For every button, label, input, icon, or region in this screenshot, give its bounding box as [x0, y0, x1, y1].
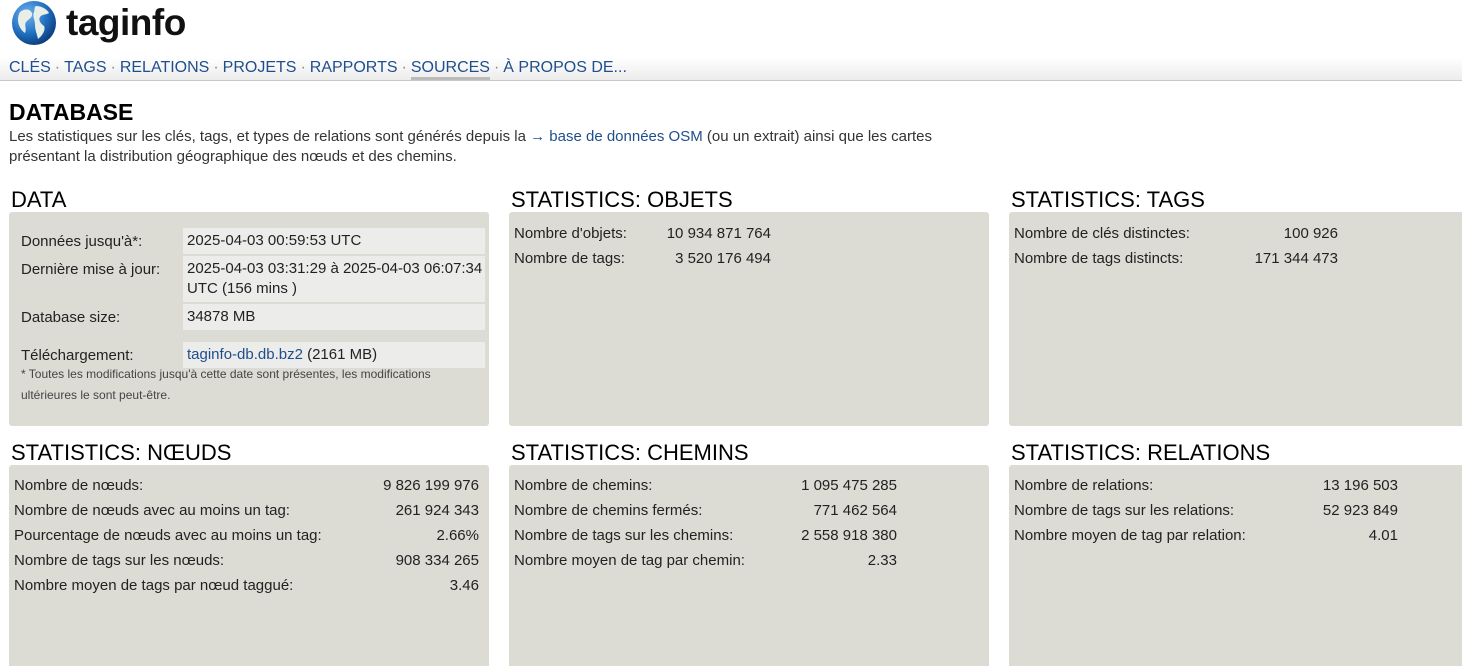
stat-label: Nombre de tags: [514, 250, 625, 267]
download-link[interactable]: taginfo-db.db.bz2 [187, 346, 303, 363]
menu-separator: · [493, 59, 500, 76]
stat-label: Nombre de chemins: [514, 477, 653, 494]
tags-box: Nombre de clés distinctes: 100 926 Nombr… [1009, 212, 1462, 426]
data-box-title: DATA [11, 187, 67, 212]
header: taginfo CLÉS · TAGS · RELATIONS · PROJETS · RAPP… [0, 0, 1462, 81]
data-row: Données jusqu'à*: 2025-04-03 00:59:53 UT… [19, 228, 489, 254]
page-title: DATABASE [9, 99, 134, 125]
menu-item-2[interactable]: RELATIONS [120, 59, 210, 76]
noeuds-box-title: STATISTICS: NŒUDS [11, 440, 232, 465]
stat-value: 13 196 503 [1322, 477, 1398, 494]
stat-value: 261 924 343 [395, 502, 479, 519]
menu-item-1[interactable]: TAGS [64, 59, 106, 76]
data-row: Database size: 34878 MB [19, 304, 489, 330]
relations-box-title: STATISTICS: RELATIONS [1011, 440, 1271, 465]
stat-label: Nombre de clés distinctes: [1014, 225, 1190, 242]
menu-item-3[interactable]: PROJETS [223, 59, 297, 76]
stat-value: 9 826 199 976 [383, 477, 479, 494]
stat-value: 3.46 [449, 577, 479, 594]
objets-box: Nombre d'objets: 10 934 871 764 Nombre d… [509, 212, 989, 426]
stat-label: Nombre moyen de tag par chemin: [514, 552, 745, 569]
stat-value: 10 934 871 764 [666, 225, 771, 242]
menu-item-4[interactable]: RAPPORTS [310, 59, 398, 76]
stat-value: 100 926 [1283, 225, 1338, 242]
intro-text: Les statistiques sur les clés, tags, et … [9, 127, 969, 167]
stat-label: Nombre de tags sur les chemins: [514, 527, 734, 544]
data-row-value: 2025-04-03 00:59:53 UTC [183, 228, 485, 254]
stat-label: Nombre moyen de tag par relation: [1014, 527, 1246, 544]
stat-label: Nombre de chemins fermés: [514, 502, 703, 519]
stat-label: Nombre de nœuds: [14, 477, 144, 494]
stat-label: Nombre moyen de tags par nœud taggué: [14, 577, 294, 594]
stat-value: 2.33 [867, 552, 897, 569]
data-footnote: * Toutes les modifications jusqu'à cette… [21, 367, 431, 402]
data-row-label: Database size: [21, 309, 121, 326]
download-size: (2161 MB) [302, 346, 378, 363]
stat-label: Nombre de relations: [1014, 477, 1154, 494]
data-row-label: Données jusqu'à*: [21, 233, 143, 250]
main-menu: CLÉS · TAGS · RELATIONS · PROJETS · RAPPORTS · SOU… [9, 58, 627, 80]
stat-label: Nombre de tags sur les nœuds: [14, 552, 225, 569]
globe-logo-icon[interactable] [11, 0, 57, 46]
tags-box-title: STATISTICS: TAGS [1011, 187, 1205, 212]
stat-value: 771 462 564 [813, 502, 897, 519]
stat-label: Nombre de nœuds avec au moins un tag: [14, 502, 290, 519]
osm-database-link[interactable]: → base de données OSM [530, 128, 703, 145]
stat-value: 1 095 475 285 [801, 477, 897, 494]
menu-separator: · [401, 59, 407, 76]
menu-item-6[interactable]: À PROPOS DE... [503, 59, 627, 76]
app-logo-text[interactable]: taginfo [66, 1, 186, 45]
data-row-value: 2025-04-03 03:31:29 à 2025-04-03 06:07:3… [183, 256, 485, 302]
data-row-label: Téléchargement: [21, 347, 134, 364]
stat-value: 2.66% [436, 527, 479, 544]
menu-separator: · [300, 59, 306, 76]
data-row: Dernière mise à jour: 2025-04-03 03:31:2… [19, 256, 489, 302]
menu-separator: · [213, 59, 219, 76]
stat-label: Pourcentage de nœuds avec au moins un ta… [14, 527, 322, 544]
objets-box-title: STATISTICS: OBJETS [511, 187, 733, 212]
stat-value: 4.01 [1368, 527, 1398, 544]
stat-label: Nombre de tags distincts: [1014, 250, 1184, 267]
relations-box: Nombre de relations: 13 196 503 Nombre d… [1009, 465, 1462, 666]
data-row-value: 34878 MB [183, 304, 485, 330]
stat-value: 3 520 176 494 [675, 250, 771, 267]
data-row-label: Dernière mise à jour: [21, 261, 161, 278]
stat-label: Nombre de tags sur les relations: [1014, 502, 1235, 519]
intro-text-start: Les statistiques sur les clés, tags, et … [9, 128, 531, 145]
chemins-box: Nombre de chemins: 1 095 475 285 Nombre … [509, 465, 989, 666]
stat-value: 52 923 849 [1322, 502, 1398, 519]
chemins-box-title: STATISTICS: CHEMINS [511, 440, 749, 465]
menu-item-0[interactable]: CLÉS [9, 59, 51, 76]
stat-value: 2 558 918 380 [801, 527, 897, 544]
menu-item-5[interactable]: SOURCES [410, 59, 490, 80]
stat-label: Nombre d'objets: [514, 225, 627, 242]
stat-value: 171 344 473 [1254, 250, 1338, 267]
stat-value: 908 334 265 [395, 552, 479, 569]
data-box: Données jusqu'à*: 2025-04-03 00:59:53 UT… [9, 212, 489, 426]
noeuds-box: Nombre de nœuds: 9 826 199 976 Nombre de… [9, 465, 489, 666]
menu-separator: · [110, 59, 116, 76]
menu-separator: · [54, 59, 61, 76]
